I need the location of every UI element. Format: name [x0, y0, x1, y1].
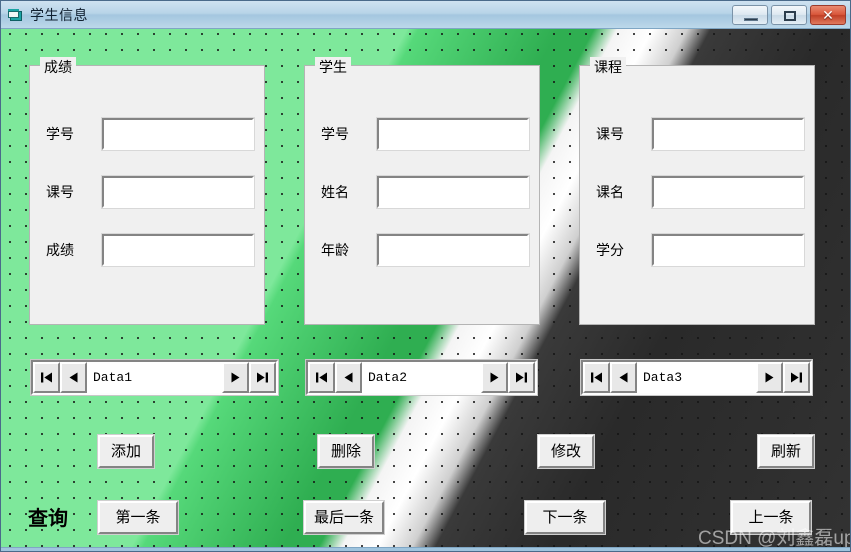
groupbox-student-title: 学生 [315, 57, 351, 77]
delete-button[interactable]: 删除 [317, 434, 375, 469]
maximize-icon [784, 10, 796, 21]
form-canvas: 成绩 学号 课号 成绩 学生 学号 姓名 年龄 课程 课号 课名 学分 Data… [1, 29, 850, 547]
data2-last-button[interactable] [508, 362, 535, 393]
next-record-button[interactable]: 下一条 [524, 500, 606, 535]
groupbox-grades-title: 成绩 [40, 57, 76, 77]
groupbox-student: 学生 学号 姓名 年龄 [304, 57, 540, 325]
data2-next-button[interactable] [481, 362, 508, 393]
next-record-icon [765, 372, 774, 383]
data3-previous-button[interactable] [610, 362, 637, 393]
data3-caption: Data3 [637, 362, 756, 393]
data3-next-button[interactable] [756, 362, 783, 393]
field-row: 课名 [596, 175, 805, 209]
field-row: 学分 [596, 233, 805, 267]
last-record-button[interactable]: 最后一条 [303, 500, 385, 535]
field-row: 课号 [46, 175, 255, 209]
first-record-icon [591, 372, 602, 383]
label-grades-course-id: 课号 [46, 184, 74, 200]
field-row: 姓名 [321, 175, 530, 209]
label-grades-score: 成绩 [46, 242, 74, 258]
label-course-name: 课名 [596, 184, 624, 200]
label-student-name: 姓名 [321, 184, 349, 200]
field-row: 学号 [321, 117, 530, 151]
data3-last-button[interactable] [783, 362, 810, 393]
input-grades-student-id[interactable] [101, 117, 255, 151]
field-row: 成绩 [46, 233, 255, 267]
data3-first-button[interactable] [583, 362, 610, 393]
data2-caption: Data2 [362, 362, 481, 393]
field-row: 课号 [596, 117, 805, 151]
field-row: 学号 [46, 117, 255, 151]
first-record-button[interactable]: 第一条 [97, 500, 179, 535]
data2-previous-button[interactable] [335, 362, 362, 393]
vb-form-icon [7, 7, 25, 23]
input-grades-course-id[interactable] [101, 175, 255, 209]
input-grades-score[interactable] [101, 233, 255, 267]
first-record-icon [316, 372, 327, 383]
groupbox-course: 课程 课号 课名 学分 [579, 57, 815, 325]
first-record-icon [41, 372, 52, 383]
refresh-button[interactable]: 刷新 [757, 434, 815, 469]
title-bar[interactable]: 学生信息 ✕ [1, 1, 850, 29]
label-student-id: 学号 [321, 126, 349, 142]
input-course-name[interactable] [651, 175, 805, 209]
last-record-icon [516, 372, 527, 383]
label-course-credits: 学分 [596, 242, 624, 258]
previous-record-button[interactable]: 上一条 [730, 500, 812, 535]
previous-record-icon [344, 372, 353, 383]
maximize-button[interactable] [771, 4, 807, 25]
input-course-id[interactable] [651, 117, 805, 151]
input-student-age[interactable] [376, 233, 530, 267]
label-course-id: 课号 [596, 126, 624, 142]
label-student-age: 年龄 [321, 242, 349, 258]
close-icon: ✕ [822, 6, 834, 23]
data1-caption: Data1 [87, 362, 222, 393]
window-title: 学生信息 [30, 6, 88, 23]
modify-button[interactable]: 修改 [537, 434, 595, 469]
data1-next-button[interactable] [222, 362, 249, 393]
label-grades-student-id: 学号 [46, 126, 74, 142]
last-record-icon [791, 372, 802, 383]
data-control-3[interactable]: Data3 [580, 359, 813, 396]
next-record-icon [490, 372, 499, 383]
data1-last-button[interactable] [249, 362, 276, 393]
input-student-id[interactable] [376, 117, 530, 151]
data2-first-button[interactable] [308, 362, 335, 393]
close-button[interactable]: ✕ [810, 4, 846, 25]
minimize-button[interactable] [732, 4, 768, 25]
data-control-1[interactable]: Data1 [30, 359, 279, 396]
data1-first-button[interactable] [33, 362, 60, 393]
next-record-icon [231, 372, 240, 383]
groupbox-grades: 成绩 学号 课号 成绩 [29, 57, 265, 325]
data-control-2[interactable]: Data2 [305, 359, 538, 396]
add-button[interactable]: 添加 [97, 434, 155, 469]
field-row: 年龄 [321, 233, 530, 267]
query-label: 查询 [28, 508, 68, 530]
application-window: 学生信息 ✕ 成绩 学号 课号 成绩 学生 学号 姓名 年龄 课程 课号 课名 … [0, 0, 851, 552]
input-course-credits[interactable] [651, 233, 805, 267]
groupbox-course-title: 课程 [590, 57, 626, 77]
previous-record-icon [619, 372, 628, 383]
input-student-name[interactable] [376, 175, 530, 209]
last-record-icon [257, 372, 268, 383]
data1-previous-button[interactable] [60, 362, 87, 393]
status-strip [1, 547, 850, 551]
previous-record-icon [69, 372, 78, 383]
minimize-icon [744, 17, 758, 21]
